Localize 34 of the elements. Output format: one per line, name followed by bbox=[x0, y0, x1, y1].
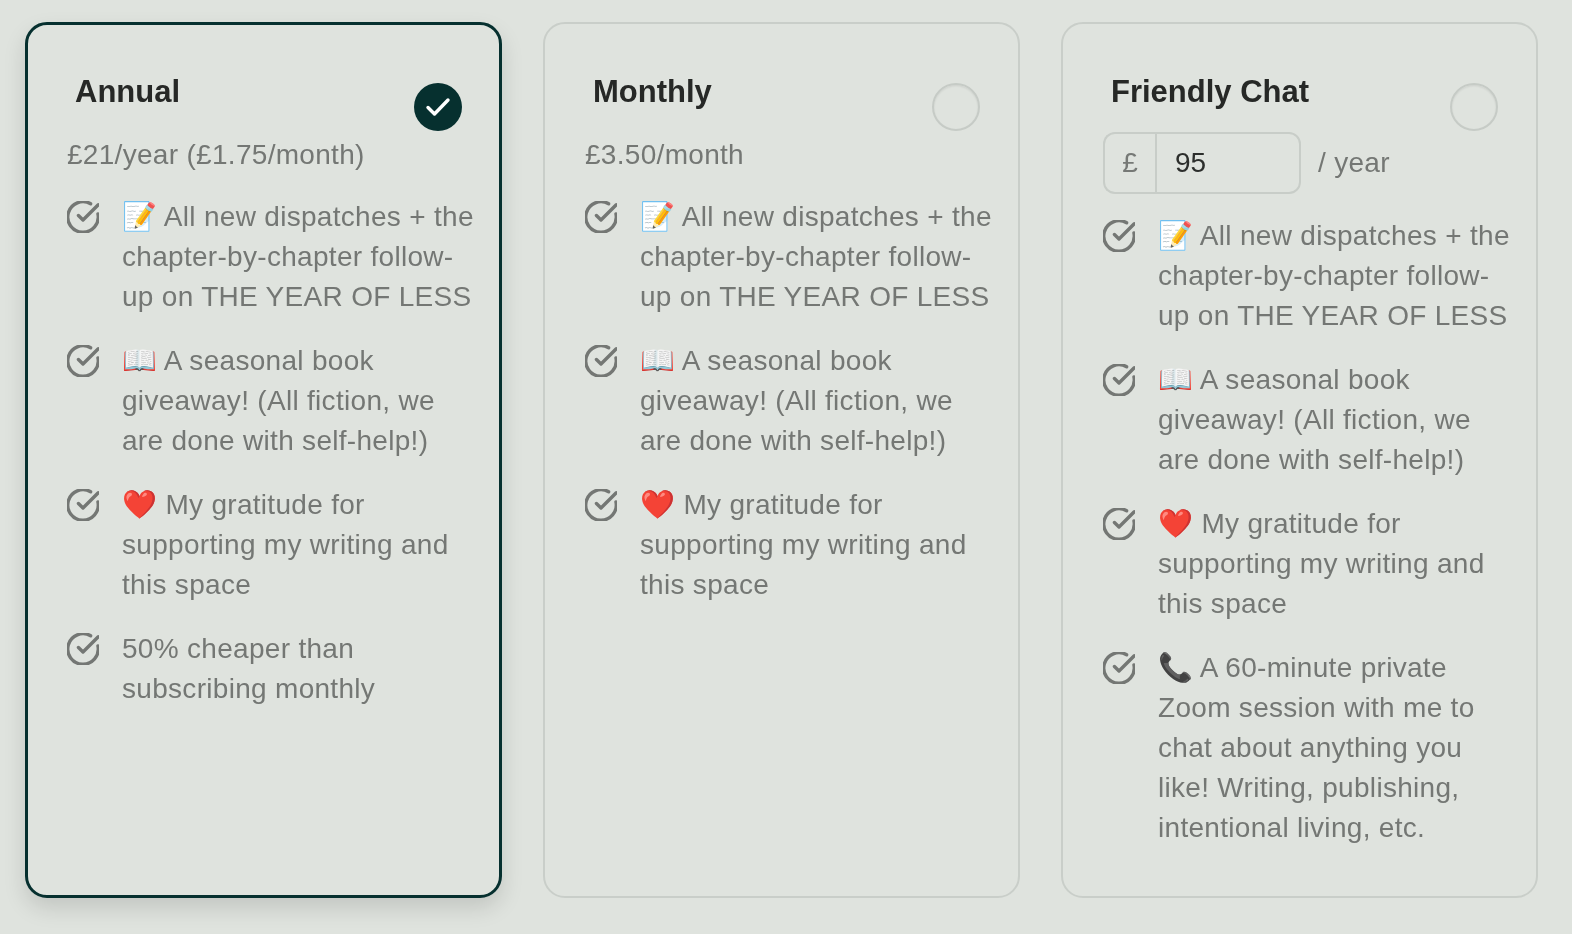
feature-text: 📖 A seasonal book giveaway! (All fiction, we are done with self-help!) bbox=[122, 344, 436, 458]
feature-text: ❤ My gratitude for supporting my writing and this space bbox=[1158, 507, 1486, 621]
amount-input[interactable]: 95 bbox=[1155, 132, 1301, 194]
plan-title: Annual bbox=[75, 74, 181, 110]
check-circle-icon bbox=[1103, 364, 1135, 396]
feature-text: ❤ My gratitude for supporting my writing and this space bbox=[640, 488, 968, 602]
check-circle-icon bbox=[67, 201, 99, 233]
feature-text: 📖 A seasonal book giveaway! (All fiction, we are done with self-help!) bbox=[1158, 363, 1472, 477]
radio-button[interactable] bbox=[932, 83, 980, 131]
feature-text: ❤ My gratitude for supporting my writing and this space bbox=[122, 488, 450, 602]
feature-text: 📖 A seasonal book giveaway! (All fiction, we are done with self-help!) bbox=[640, 344, 954, 458]
check-circle-icon bbox=[585, 345, 617, 377]
check-circle-icon bbox=[585, 489, 617, 521]
check-circle-icon bbox=[585, 201, 617, 233]
check-circle-icon bbox=[67, 489, 99, 521]
price-period-label: / year bbox=[1318, 147, 1390, 179]
feature-text: 📞 A 60-minute private Zoom session with me to chat about anything you like! Writing, publishing, intentional living, etc. bbox=[1158, 651, 1476, 845]
plan-price: £3.50/month bbox=[585, 138, 745, 172]
plan-card[interactable] bbox=[25, 22, 502, 898]
radio-button[interactable] bbox=[414, 83, 462, 131]
check-icon bbox=[425, 97, 451, 117]
check-circle-icon bbox=[67, 633, 99, 665]
check-circle-icon bbox=[1103, 508, 1135, 540]
feature-text: 50% cheaper than subscribing monthly bbox=[122, 632, 377, 706]
check-circle-icon bbox=[1103, 220, 1135, 252]
radio-button[interactable] bbox=[1450, 83, 1498, 131]
feature-text: 📝 All new dispatches + the chapter-by-chapter follow-up on THE YEAR OF LESS bbox=[640, 200, 993, 314]
plan-title: Friendly Chat bbox=[1111, 74, 1310, 110]
feature-text: 📝 All new dispatches + the chapter-by-chapter follow-up on THE YEAR OF LESS bbox=[122, 200, 475, 314]
plan-title: Monthly bbox=[593, 74, 712, 110]
check-circle-icon bbox=[67, 345, 99, 377]
check-circle-icon bbox=[1103, 652, 1135, 684]
plan-price: £21/year (£1.75/month) bbox=[67, 138, 366, 172]
feature-text: 📝 All new dispatches + the chapter-by-chapter follow-up on THE YEAR OF LESS bbox=[1158, 219, 1511, 333]
